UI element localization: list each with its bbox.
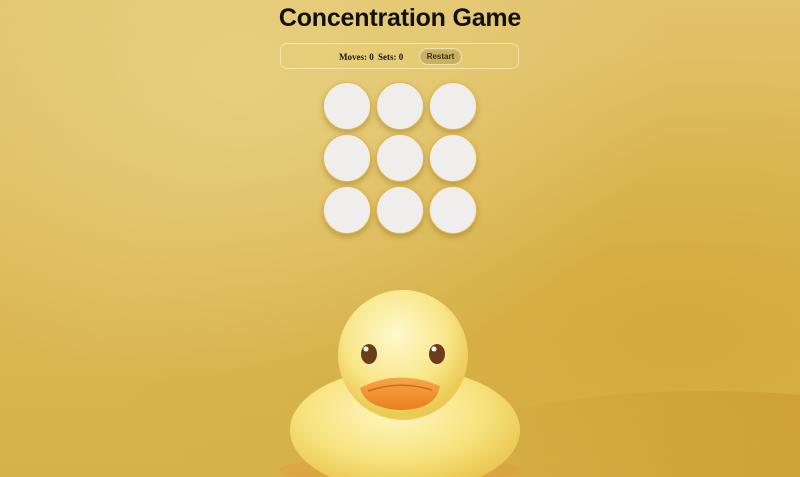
card[interactable] [429,134,477,182]
card[interactable] [429,82,477,130]
moves-value: 0 [369,52,374,62]
page-title: Concentration Game [278,4,522,32]
card[interactable] [323,186,371,234]
card[interactable] [323,134,371,182]
stats-bar: Moves: 0 Sets: 0 Restart [280,43,519,69]
card[interactable] [376,134,424,182]
moves-label: Moves: [339,52,367,62]
card[interactable] [323,82,371,130]
rubber-duck-background-image [280,290,800,477]
restart-button[interactable]: Restart [419,48,462,65]
sets-value: 0 [398,52,404,62]
moves-counter: Moves: 0 [339,52,374,62]
card-grid [323,82,479,234]
card[interactable] [429,186,477,234]
sets-label: Sets: [378,52,397,62]
card[interactable] [376,82,424,130]
card[interactable] [376,186,424,234]
sets-counter: Sets: 0 [378,52,403,62]
